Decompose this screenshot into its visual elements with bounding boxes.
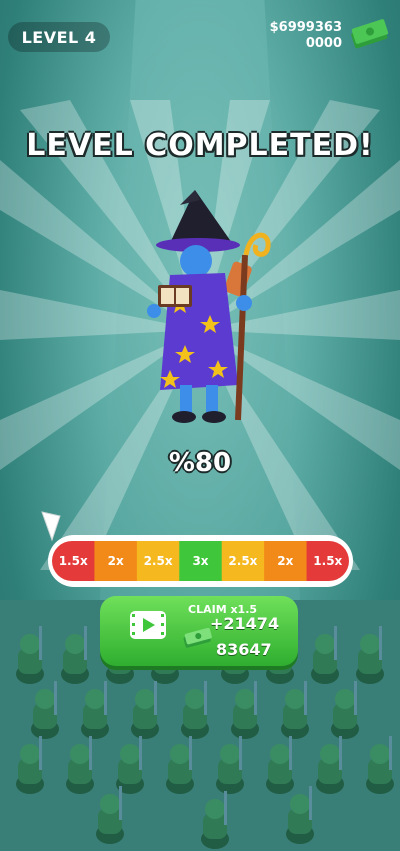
multiplier-meter: 1.5x 2x 2.5x 3x 2.5x 2x 1.5x — [48, 535, 353, 587]
money-stack-icon — [183, 628, 212, 648]
video-ad-icon[interactable] — [128, 609, 168, 641]
claim-bonus-amount[interactable]: +21474 — [210, 614, 279, 633]
money-stack-icon — [351, 19, 389, 49]
meter-segment-label: 3x — [192, 554, 208, 568]
cash-display: $6999363 0000 — [270, 20, 342, 52]
claim-total-amount[interactable]: 83647 — [216, 640, 272, 659]
level-completed-title: LEVEL COMPLETED! — [26, 128, 374, 163]
cash-amount: $6999363 — [269, 20, 342, 35]
level-indicator: LEVEL 4 — [8, 22, 110, 52]
wizard-character — [147, 190, 271, 423]
completion-percent: %80 — [168, 448, 232, 478]
meter-segment-label: 2x — [108, 554, 124, 568]
cash-secondary: 0000 — [305, 36, 342, 51]
meter-segment-label: 2.5x — [144, 554, 173, 568]
meter-segment-label: 1.5x — [59, 554, 88, 568]
meter-segment-label: 2.5x — [228, 554, 257, 568]
meter-segment-label: 2x — [277, 554, 293, 568]
meter-segment-label: 1.5x — [313, 554, 342, 568]
